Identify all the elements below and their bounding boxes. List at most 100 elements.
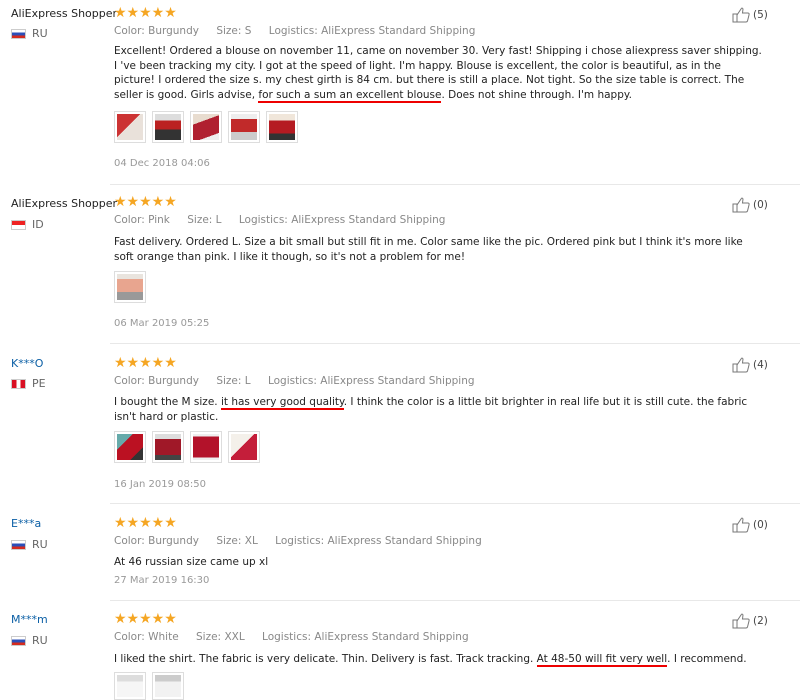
review-text-part: . I recommend. <box>667 653 747 665</box>
size-value: L <box>244 375 251 387</box>
helpful-button[interactable]: (2) <box>732 613 768 629</box>
order-info: Color: Burgundy Size: XL Logistics: AliE… <box>114 535 482 547</box>
review-photo[interactable] <box>190 111 222 143</box>
helpful-count: (4) <box>753 359 768 371</box>
review-date: 06 Mar 2019 05:25 <box>114 318 210 329</box>
star-rating: ★★★★★ <box>114 611 177 627</box>
reviewer-name[interactable]: AliExpress Shopper <box>11 7 117 20</box>
helpful-count: (0) <box>753 519 768 531</box>
color-value: White <box>148 631 179 643</box>
review-photos <box>114 111 298 143</box>
color-label: Color: <box>114 535 145 547</box>
color-label: Color: <box>114 375 145 387</box>
review-photo[interactable] <box>228 431 260 463</box>
country-code: RU <box>32 27 48 40</box>
size-label: Size: <box>196 631 222 643</box>
review-divider <box>110 503 800 504</box>
thumbs-up-icon <box>732 197 750 213</box>
helpful-count: (5) <box>753 9 768 21</box>
highlighted-text: it has very good quality <box>220 396 344 410</box>
review-photo[interactable] <box>114 111 146 143</box>
review-text: Excellent! Ordered a blouse on november … <box>114 44 764 103</box>
color-value: Burgundy <box>148 25 199 37</box>
review-divider <box>110 600 800 601</box>
logistics-label: Logistics: <box>275 535 325 547</box>
helpful-button[interactable]: (4) <box>732 357 768 373</box>
size-value: L <box>215 214 222 226</box>
size-label: Size: <box>216 535 242 547</box>
reviewer-name[interactable]: M***m <box>11 613 48 626</box>
country-code: ID <box>32 218 44 231</box>
color-label: Color: <box>114 214 145 226</box>
review-photo[interactable] <box>152 431 184 463</box>
country-code: PE <box>32 377 46 390</box>
star-rating: ★★★★★ <box>114 5 177 21</box>
reviewer-name[interactable]: AliExpress Shopper <box>11 197 117 210</box>
order-info: Color: Burgundy Size: L Logistics: AliEx… <box>114 375 475 387</box>
order-info: Color: Pink Size: L Logistics: AliExpres… <box>114 214 445 226</box>
size-label: Size: <box>216 25 242 37</box>
highlighted-text: for such a sum an excellent blouse <box>258 88 442 103</box>
thumbs-up-icon <box>732 613 750 629</box>
logistics-value: AliExpress Standard Shipping <box>314 631 469 643</box>
size-label: Size: <box>216 375 242 387</box>
reviewer-name[interactable]: K***O <box>11 357 43 370</box>
reviewer-name[interactable]: E***a <box>11 517 41 530</box>
review-text: At 46 russian size came up xl <box>114 556 269 568</box>
helpful-count: (2) <box>753 615 768 627</box>
logistics-value: AliExpress Standard Shipping <box>291 214 446 226</box>
helpful-button[interactable]: (0) <box>732 197 768 213</box>
flag-icon <box>11 539 26 550</box>
review-text-part: . Does not shine through. I'm happy. <box>441 88 632 101</box>
color-value: Pink <box>148 214 170 226</box>
flag-icon <box>11 28 26 39</box>
size-value: S <box>244 25 252 37</box>
thumbs-up-icon <box>732 517 750 533</box>
reviewer-country: RU <box>11 27 48 40</box>
review-divider <box>110 184 800 185</box>
review-photo[interactable] <box>228 111 260 143</box>
size-value: XXL <box>224 631 245 643</box>
review-date: 04 Dec 2018 04:06 <box>114 158 210 169</box>
review-text: I liked the shirt. The fabric is very de… <box>114 652 764 667</box>
star-rating: ★★★★★ <box>114 194 177 210</box>
review-text-part: I liked the shirt. The fabric is very de… <box>114 653 537 665</box>
star-rating: ★★★★★ <box>114 355 177 371</box>
thumbs-up-icon <box>732 7 750 23</box>
helpful-count: (0) <box>753 199 768 211</box>
logistics-value: AliExpress Standard Shipping <box>327 535 482 547</box>
flag-icon <box>11 219 26 230</box>
review-photo[interactable] <box>152 672 184 700</box>
size-label: Size: <box>187 214 213 226</box>
country-code: RU <box>32 538 48 551</box>
flag-icon <box>11 635 26 646</box>
review-photo[interactable] <box>266 111 298 143</box>
review-photo[interactable] <box>190 431 222 463</box>
review-photo[interactable] <box>152 111 184 143</box>
reviewer-country: RU <box>11 538 48 551</box>
color-label: Color: <box>114 25 145 37</box>
logistics-value: AliExpress Standard Shipping <box>320 375 475 387</box>
country-code: RU <box>32 634 48 647</box>
review-photo[interactable] <box>114 672 146 700</box>
review-date: 27 Mar 2019 16:30 <box>114 575 210 586</box>
thumbs-up-icon <box>732 357 750 373</box>
reviewer-country: ID <box>11 218 44 231</box>
logistics-label: Logistics: <box>268 25 318 37</box>
review-text: Fast delivery. Ordered L. Size a bit sma… <box>114 236 743 263</box>
color-value: Burgundy <box>148 535 199 547</box>
size-value: XL <box>244 535 258 547</box>
review-photos <box>114 672 184 700</box>
review-divider <box>110 343 800 344</box>
review-photo[interactable] <box>114 271 146 303</box>
logistics-label: Logistics: <box>262 631 311 643</box>
star-rating: ★★★★★ <box>114 515 177 531</box>
review-date: 16 Jan 2019 08:50 <box>114 479 206 490</box>
reviewer-country: RU <box>11 634 48 647</box>
helpful-button[interactable]: (5) <box>732 7 768 23</box>
review-photos <box>114 271 146 303</box>
color-value: Burgundy <box>148 375 199 387</box>
logistics-label: Logistics: <box>267 375 317 387</box>
helpful-button[interactable]: (0) <box>732 517 768 533</box>
review-photo[interactable] <box>114 431 146 463</box>
